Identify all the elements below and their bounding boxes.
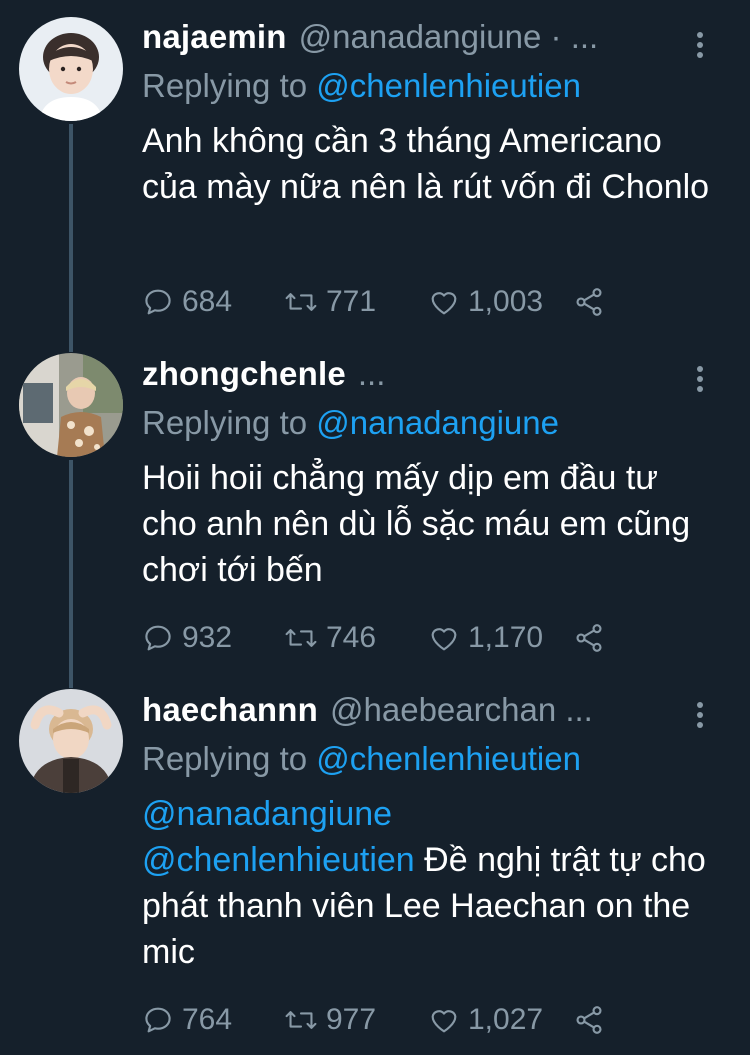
- avatar[interactable]: [19, 689, 123, 793]
- tweet-text: Hoii hoii chẳng mấy dịp em đầu tư cho an…: [142, 459, 691, 589]
- mention-link[interactable]: @nanadangiune: [142, 795, 392, 833]
- tweet-text: @nanadangiune @chenlenhieutien Đề nghị tr…: [142, 791, 717, 975]
- tweet-actions: 684 771 1,003: [142, 282, 612, 322]
- tweet[interactable]: haechannn @haebearchan ... Replying to @…: [0, 676, 750, 1055]
- reply-count: 684: [182, 285, 233, 318]
- reply-button[interactable]: 684: [142, 285, 232, 319]
- replying-to-line: Replying to @chenlenhieutien: [142, 62, 750, 110]
- replying-to-label: Replying to: [142, 404, 317, 441]
- share-button[interactable]: [572, 1004, 606, 1036]
- tweet-header: najaemin @nanadangiune · ...: [142, 18, 672, 62]
- username-handle[interactable]: @haebearchan ...: [330, 691, 593, 729]
- avatar[interactable]: [19, 353, 123, 457]
- tweet-text: Anh không cần 3 tháng Americano của mày …: [142, 122, 710, 206]
- avatar[interactable]: [19, 17, 123, 121]
- retweet-icon: [285, 293, 317, 311]
- like-button[interactable]: 1,027: [428, 1003, 543, 1037]
- heart-icon: [431, 628, 457, 651]
- heart-icon: [431, 292, 457, 315]
- share-icon: [576, 288, 602, 316]
- reply-button[interactable]: 932: [142, 621, 232, 655]
- tweet-actions: 932 746 1,170: [142, 618, 612, 658]
- tweet-header: haechannn @haebearchan ...: [142, 691, 672, 735]
- retweet-count: 746: [326, 621, 377, 654]
- retweet-icon: [285, 629, 317, 647]
- display-name[interactable]: haechannn: [142, 691, 318, 729]
- more-vertical-icon[interactable]: [688, 364, 712, 394]
- reply-count: 764: [182, 1003, 233, 1036]
- username-handle[interactable]: ...: [358, 355, 386, 393]
- like-count: 1,170: [468, 621, 544, 654]
- avatar-image: [19, 689, 123, 793]
- reply-icon: [145, 289, 171, 315]
- retweet-count: 771: [326, 285, 377, 318]
- replying-to-label: Replying to: [142, 67, 317, 104]
- like-count: 1,027: [468, 1003, 544, 1036]
- avatar-image: [19, 17, 123, 121]
- retweet-count: 977: [326, 1003, 377, 1036]
- more-vertical-icon[interactable]: [688, 700, 712, 730]
- retweet-icon: [285, 1011, 317, 1029]
- display-name[interactable]: najaemin: [142, 18, 287, 56]
- replying-to-line: Replying to @nanadangiune: [142, 399, 750, 447]
- tweet-header: zhongchenle ...: [142, 355, 672, 399]
- retweet-button[interactable]: 771: [284, 285, 376, 319]
- replying-to-line: Replying to @chenlenhieutien: [142, 735, 750, 783]
- share-button[interactable]: [572, 622, 606, 654]
- share-icon: [576, 624, 602, 652]
- display-name[interactable]: zhongchenle: [142, 355, 346, 393]
- share-icon: [576, 1006, 602, 1034]
- username-handle[interactable]: @nanadangiune · ...: [299, 18, 599, 56]
- replying-to-mention[interactable]: @nanadangiune: [316, 404, 559, 441]
- retweet-button[interactable]: 746: [284, 621, 376, 655]
- reply-icon: [145, 1007, 171, 1033]
- reply-count: 932: [182, 621, 233, 654]
- tweet[interactable]: zhongchenle ... Replying to @nanadangiun…: [0, 340, 750, 676]
- replying-to-label: Replying to: [142, 740, 317, 777]
- replying-to-mention[interactable]: @chenlenhieutien: [316, 67, 581, 104]
- more-vertical-icon[interactable]: [688, 30, 712, 60]
- heart-icon: [431, 1010, 457, 1033]
- tweet-actions: 764 977 1,027: [142, 1000, 612, 1040]
- like-count: 1,003: [468, 285, 544, 318]
- tweet[interactable]: najaemin @nanadangiune · ... Replying to…: [0, 0, 750, 340]
- retweet-button[interactable]: 977: [284, 1003, 376, 1037]
- mention-link[interactable]: @chenlenhieutien: [142, 841, 415, 879]
- replying-to-mention[interactable]: @chenlenhieutien: [316, 740, 581, 777]
- like-button[interactable]: 1,003: [428, 285, 543, 319]
- like-button[interactable]: 1,170: [428, 621, 543, 655]
- reply-button[interactable]: 764: [142, 1003, 232, 1037]
- avatar-image: [19, 353, 123, 457]
- share-button[interactable]: [572, 286, 606, 318]
- reply-icon: [145, 625, 171, 651]
